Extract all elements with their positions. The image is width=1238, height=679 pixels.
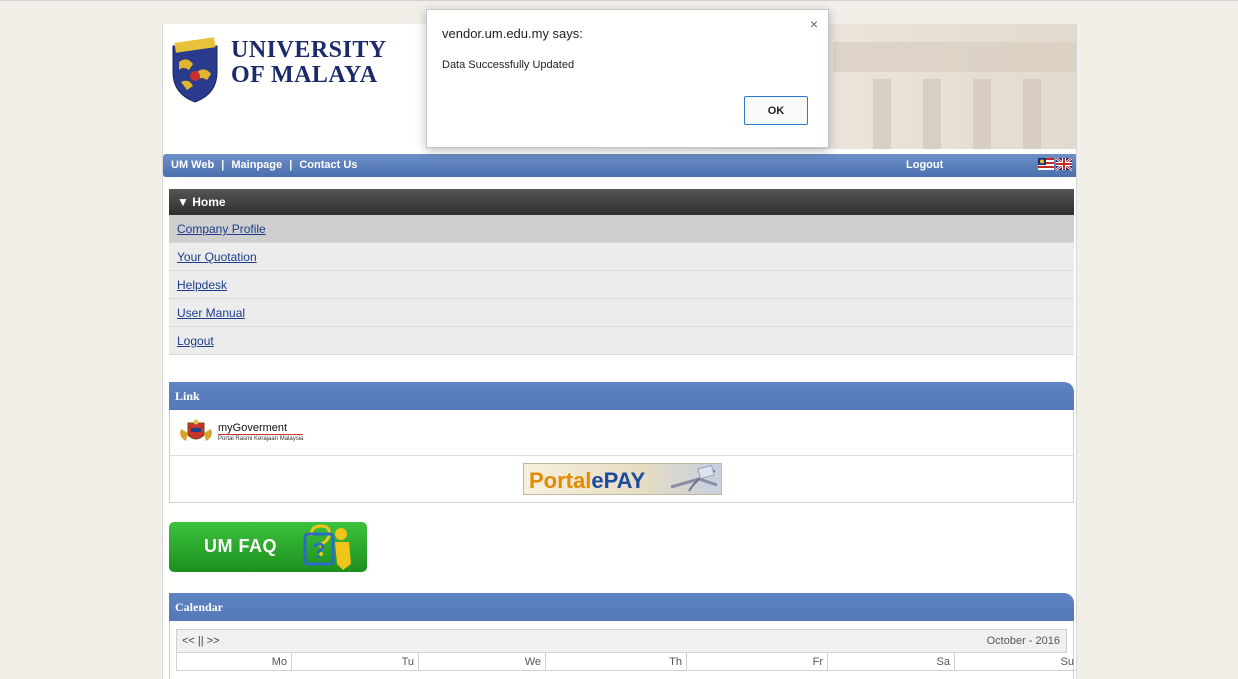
- mygov-label: myGoverment Portal Rasmi Kerajaan Malays…: [218, 422, 304, 442]
- menu-header-home[interactable]: ▼ Home: [169, 189, 1074, 215]
- top-navbar: UM Web | Mainpage | Contact Us Logout: [163, 154, 1076, 177]
- faq-person-question-icon: ?: [303, 524, 351, 570]
- um-faq-button[interactable]: UM FAQ ?: [169, 522, 367, 572]
- mygov-title: myGoverment: [218, 422, 288, 434]
- day-header-th: Th: [546, 653, 687, 671]
- portal-epay-part2: ePAY: [591, 468, 646, 493]
- logo-line1: UNIVERSITY: [231, 37, 387, 63]
- day-header-mo: Mo: [177, 653, 292, 671]
- nav-um-web[interactable]: UM Web: [171, 159, 214, 171]
- menu-item-company-profile[interactable]: Company Profile: [169, 215, 1074, 243]
- nav-contact-us[interactable]: Contact Us: [299, 159, 357, 171]
- portal-epay-part1: Portal: [529, 468, 592, 493]
- menu-link[interactable]: Company Profile: [177, 222, 266, 236]
- um-logo[interactable]: UNIVERSITY OF MALAYA: [171, 36, 411, 108]
- day-header-sa: Sa: [828, 653, 955, 671]
- calendar-month: October - 2016: [986, 635, 1060, 647]
- day-header-su: Su: [955, 653, 1076, 671]
- dialog-title: vendor.um.edu.my says:: [442, 26, 583, 41]
- link-section-title: Link: [169, 382, 1074, 410]
- logo-line2: OF MALAYA: [231, 62, 378, 88]
- dialog-message: Data Successfully Updated: [442, 59, 575, 71]
- dialog-ok-button[interactable]: OK: [744, 96, 808, 125]
- menu-item-helpdesk[interactable]: Helpdesk: [169, 271, 1074, 299]
- home-menu: ▼ Home Company Profile Your Quotation He…: [169, 189, 1074, 355]
- logo-text: UNIVERSITY OF MALAYA: [231, 38, 387, 88]
- portal-epay-row: PortalePAY: [170, 456, 1073, 502]
- mygov-subtitle: Portal Rasmi Kerajaan Malaysia: [218, 434, 304, 442]
- day-header-fr: Fr: [687, 653, 828, 671]
- mygov-link[interactable]: myGoverment Portal Rasmi Kerajaan Malays…: [170, 410, 1073, 456]
- menu-item-your-quotation[interactable]: Your Quotation: [169, 243, 1074, 271]
- day-header-we: We: [419, 653, 546, 671]
- um-crest-icon: [172, 37, 218, 103]
- calendar-section: Calendar << || >> October - 2016 Mo Tu W…: [169, 593, 1076, 679]
- portal-epay-banner[interactable]: PortalePAY: [523, 463, 722, 495]
- calendar-section-title: Calendar: [169, 593, 1074, 621]
- menu-item-logout[interactable]: Logout: [169, 327, 1074, 355]
- menu-item-user-manual[interactable]: User Manual: [169, 299, 1074, 327]
- nav-logout[interactable]: Logout: [906, 159, 943, 171]
- menu-link[interactable]: User Manual: [177, 306, 245, 320]
- portal-epay-text: PortalePAY: [529, 468, 645, 494]
- alert-dialog: vendor.um.edu.my says: × Data Successful…: [426, 9, 829, 148]
- menu-link[interactable]: Logout: [177, 334, 214, 348]
- payment-hand-icon: [670, 465, 718, 492]
- calendar-toolbar: << || >> October - 2016: [176, 629, 1067, 653]
- language-flags-icon[interactable]: [1038, 158, 1072, 171]
- nav-separator: |: [289, 159, 293, 171]
- dialog-close-icon[interactable]: ×: [810, 16, 818, 32]
- menu-link[interactable]: Your Quotation: [177, 250, 257, 264]
- svg-text:?: ?: [312, 538, 325, 563]
- nav-mainpage[interactable]: Mainpage: [231, 159, 282, 171]
- day-header-tu: Tu: [292, 653, 419, 671]
- faq-label: UM FAQ: [204, 536, 277, 556]
- link-section: Link myGoverment Portal Rasmi Kerajaan M…: [169, 382, 1074, 503]
- calendar-nav[interactable]: << || >>: [182, 635, 220, 647]
- malaysia-coat-of-arms-icon: [180, 419, 212, 441]
- menu-link[interactable]: Helpdesk: [177, 278, 227, 292]
- calendar-day-headers: Mo Tu We Th Fr Sa Su: [176, 653, 1076, 671]
- nav-separator: |: [221, 159, 225, 171]
